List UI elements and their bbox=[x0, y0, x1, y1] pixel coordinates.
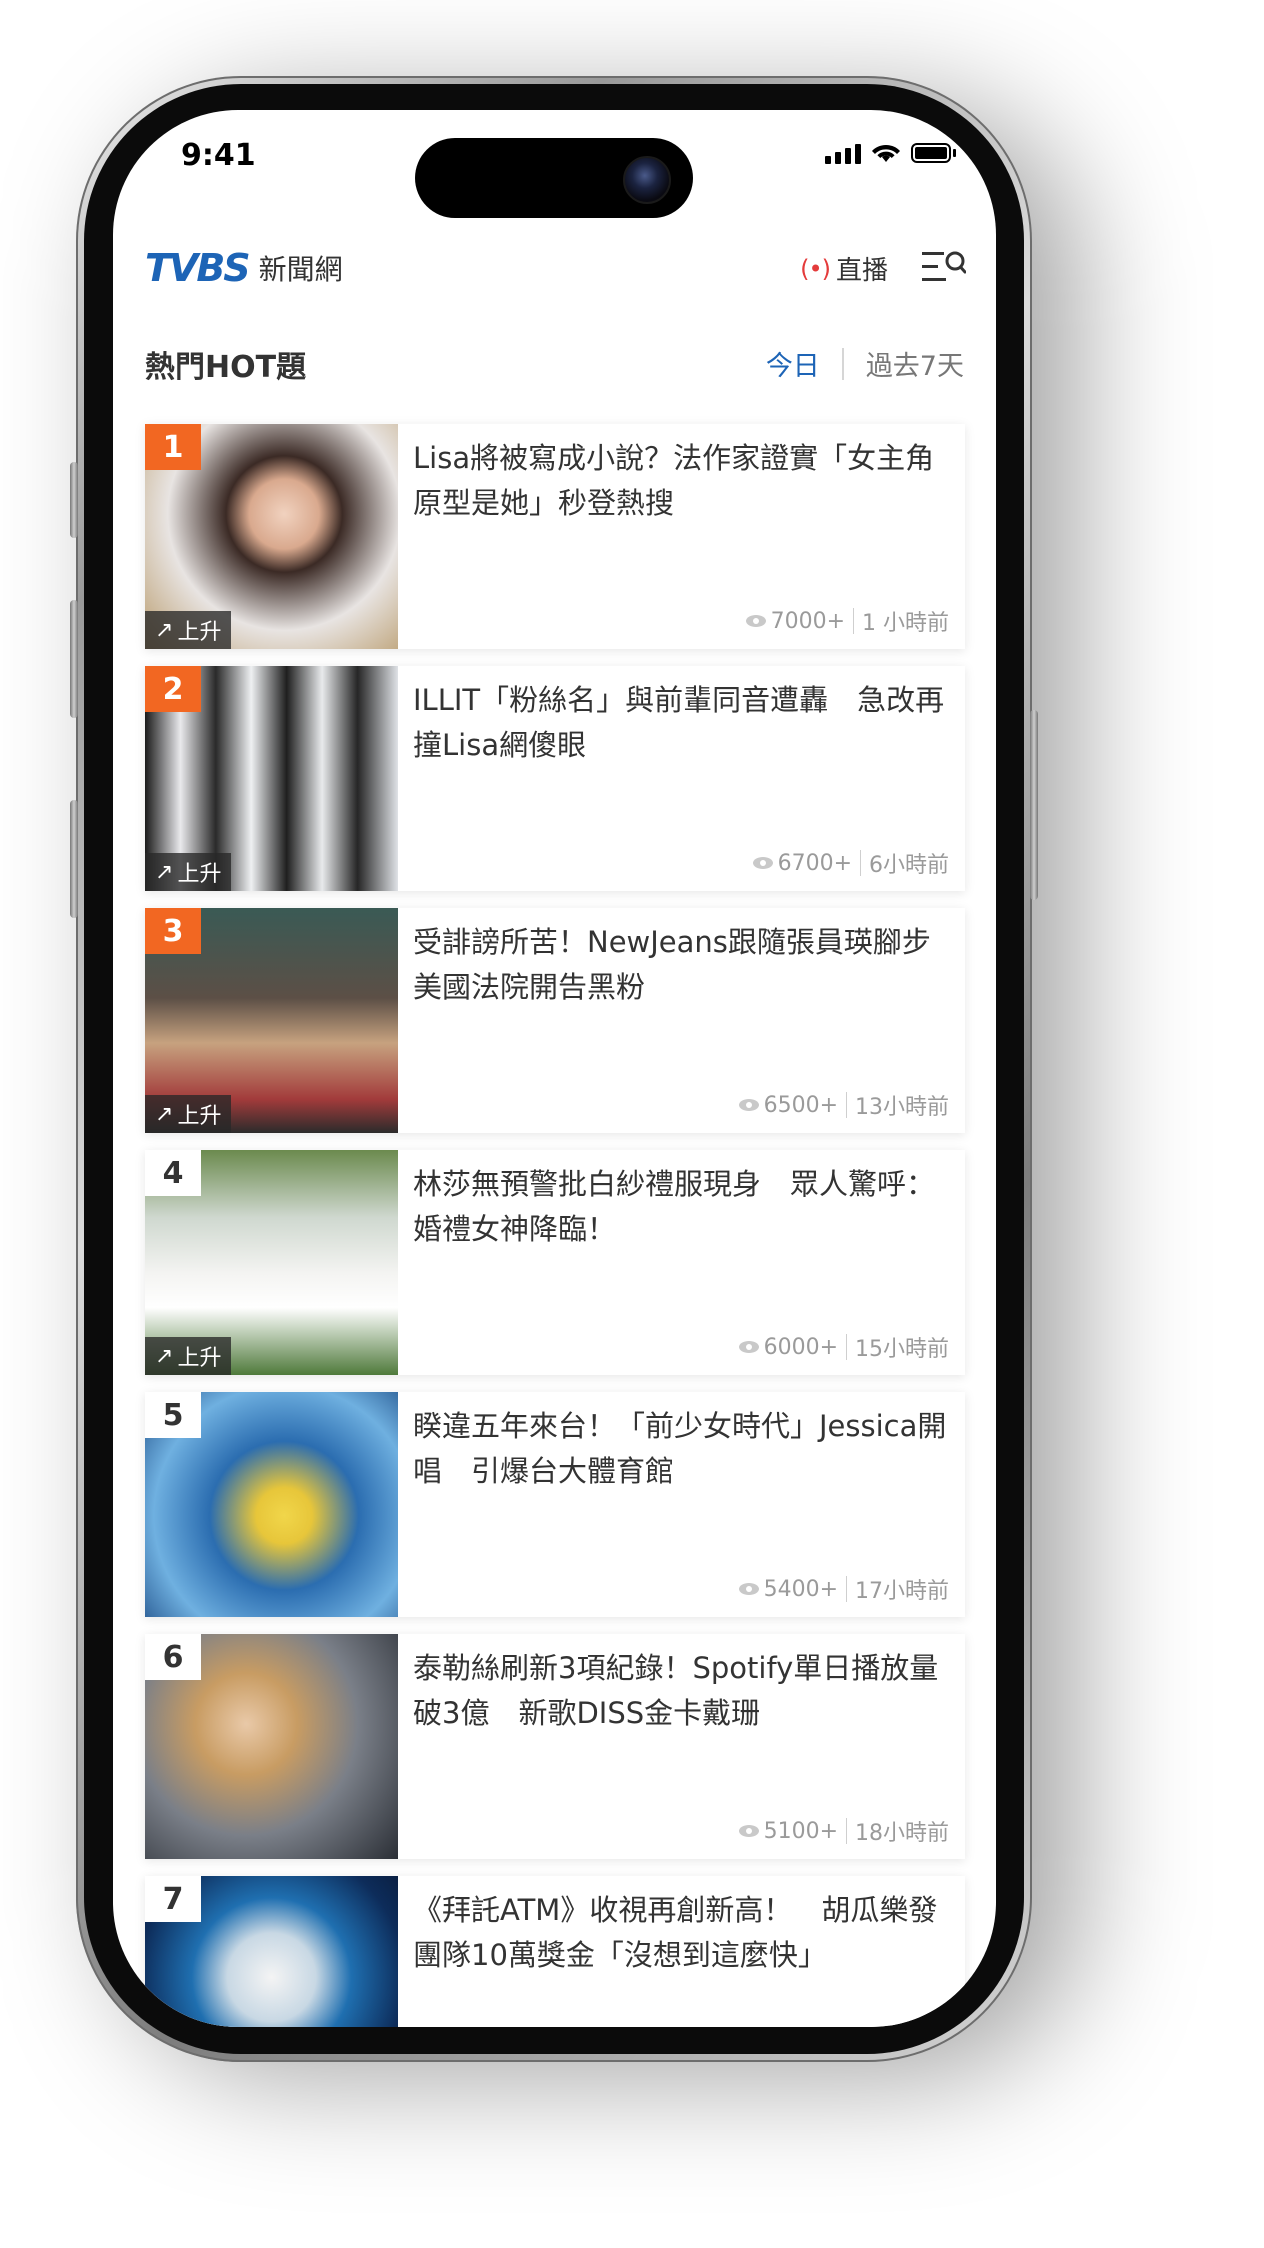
trend-label: 上升 bbox=[177, 1104, 222, 1129]
trend-up-icon: ↗ bbox=[155, 859, 174, 885]
eye-icon bbox=[738, 1583, 759, 1595]
news-headline: 林莎無預警批白紗禮服現身 眾人驚呼：婚禮女神降臨！ bbox=[413, 1167, 936, 1246]
news-thumbnail: 5 bbox=[145, 1392, 398, 1617]
wifi-icon bbox=[872, 145, 900, 162]
trend-label: 上升 bbox=[177, 620, 222, 645]
news-thumbnail: 7 bbox=[145, 1876, 398, 2027]
publish-time: 18小時前 bbox=[855, 1821, 949, 1846]
meta-divider bbox=[846, 1576, 847, 1602]
dynamic-island bbox=[415, 138, 693, 218]
view-count: 5100+ bbox=[763, 1818, 838, 1844]
logo-mark: TVBS bbox=[145, 246, 251, 290]
news-thumbnail: 2 ↗ 上升 bbox=[145, 666, 398, 891]
news-headline: ILLIT「粉絲名」與前輩同音遭轟 急改再撞Lisa網傻眼 bbox=[413, 683, 945, 762]
meta-divider bbox=[846, 1092, 847, 1118]
news-headline: 泰勒絲刷新3項紀錄！Spotify單日播放量破3億 新歌DISS金卡戴珊 bbox=[413, 1651, 939, 1730]
news-meta: 6500+ 13小時前 bbox=[738, 1089, 949, 1121]
publish-time: 15小時前 bbox=[855, 1337, 949, 1362]
tab-divider bbox=[841, 347, 844, 380]
tab-today[interactable]: 今日 bbox=[766, 344, 820, 383]
news-meta: 6000+ 15小時前 bbox=[738, 1331, 949, 1363]
list-item[interactable]: 5 睽違五年來台！「前少女時代」Jessica開唱 引爆台大體育館 5400+ … bbox=[145, 1392, 965, 1617]
trend-badge: ↗ 上升 bbox=[145, 611, 232, 649]
section-title: 熱門HOT題 bbox=[145, 350, 307, 385]
publish-time: 6小時前 bbox=[869, 853, 949, 878]
rank-badge: 4 bbox=[145, 1150, 201, 1196]
power-button bbox=[1030, 710, 1038, 900]
publish-time: 17小時前 bbox=[855, 1579, 949, 1604]
news-headline: 受誹謗所苦！NewJeans跟隨張員瑛腳步 美國法院開告黑粉 bbox=[413, 925, 960, 1004]
live-button[interactable]: (•) 直播 bbox=[800, 250, 888, 287]
tab-past-7-days[interactable]: 過去7天 bbox=[866, 344, 964, 383]
news-meta: 5100+ 18小時前 bbox=[738, 1815, 949, 1847]
logo-text: 新聞網 bbox=[258, 253, 343, 286]
eye-icon bbox=[745, 615, 766, 627]
meta-divider bbox=[846, 1334, 847, 1360]
status-time: 9:41 bbox=[181, 138, 256, 173]
news-headline: 《拜託ATM》收視再創新高！ 胡瓜樂發團隊10萬獎金「沒想到這麼快」 bbox=[413, 1893, 938, 1972]
news-meta: 5400+ 17小時前 bbox=[738, 1573, 949, 1605]
battery-icon bbox=[911, 143, 951, 163]
news-thumbnail: 4 ↗ 上升 bbox=[145, 1150, 398, 1375]
status-icons bbox=[825, 142, 956, 164]
rank-badge: 5 bbox=[145, 1392, 201, 1438]
news-thumbnail: 3 ↗ 上升 bbox=[145, 908, 398, 1133]
meta-divider bbox=[853, 608, 854, 634]
list-item[interactable]: 4 ↗ 上升 林莎無預警批白紗禮服現身 眾人驚呼：婚禮女神降臨！ 6000+ 1… bbox=[145, 1150, 965, 1375]
list-item[interactable]: 6 泰勒絲刷新3項紀錄！Spotify單日播放量破3億 新歌DISS金卡戴珊 5… bbox=[145, 1634, 965, 1859]
news-thumbnail: 1 ↗ 上升 bbox=[145, 424, 398, 649]
period-tabs: 今日 過去7天 bbox=[766, 344, 964, 383]
live-label: 直播 bbox=[835, 256, 888, 286]
app-header: TVBS 新聞網 (•) 直播 bbox=[113, 228, 996, 308]
news-headline: 睽違五年來台！「前少女時代」Jessica開唱 引爆台大體育館 bbox=[413, 1409, 947, 1488]
list-item[interactable]: 7 《拜託ATM》收視再創新高！ 胡瓜樂發團隊10萬獎金「沒想到這麼快」 bbox=[145, 1876, 965, 2027]
news-thumbnail: 6 bbox=[145, 1634, 398, 1859]
volume-up-button bbox=[70, 600, 78, 718]
meta-divider bbox=[860, 850, 861, 876]
trend-badge: ↗ 上升 bbox=[145, 853, 232, 891]
view-count: 6500+ bbox=[763, 1092, 838, 1118]
view-count: 6700+ bbox=[777, 850, 852, 876]
trend-up-icon: ↗ bbox=[155, 1101, 174, 1127]
phone-screen: 9:41 TVBS 新聞網 (•) 直播 熱門HOT題 今日 過去7天 1 ↗ … bbox=[113, 110, 996, 2027]
news-headline: Lisa將被寫成小說？法作家證實「女主角原型是她」秒登熱搜 bbox=[413, 441, 935, 520]
trend-badge: ↗ 上升 bbox=[145, 1095, 232, 1133]
trend-up-icon: ↗ bbox=[155, 617, 174, 643]
news-meta: 7000+ 1 小時前 bbox=[745, 605, 949, 637]
view-count: 5400+ bbox=[763, 1576, 838, 1602]
eye-icon bbox=[752, 857, 773, 869]
rank-badge: 3 bbox=[145, 908, 201, 954]
battery-cap bbox=[953, 149, 956, 157]
rank-badge: 7 bbox=[145, 1876, 201, 1922]
rank-badge: 1 bbox=[145, 424, 201, 470]
tvbs-logo[interactable]: TVBS 新聞網 bbox=[145, 246, 343, 290]
trend-badge: ↗ 上升 bbox=[145, 1337, 232, 1375]
trend-label: 上升 bbox=[177, 1346, 222, 1371]
news-meta: 6700+ 6小時前 bbox=[752, 847, 949, 879]
eye-icon bbox=[738, 1825, 759, 1837]
publish-time: 13小時前 bbox=[855, 1095, 949, 1120]
list-item[interactable]: 1 ↗ 上升 Lisa將被寫成小說？法作家證實「女主角原型是她」秒登熱搜 700… bbox=[145, 424, 965, 649]
view-count: 7000+ bbox=[770, 608, 845, 634]
view-count: 6000+ bbox=[763, 1334, 838, 1360]
menu-search-icon[interactable] bbox=[922, 248, 966, 286]
trend-up-icon: ↗ bbox=[155, 1343, 174, 1369]
action-button bbox=[70, 462, 78, 538]
eye-icon bbox=[738, 1099, 759, 1111]
eye-icon bbox=[738, 1341, 759, 1353]
front-camera bbox=[623, 156, 671, 204]
publish-time: 1 小時前 bbox=[862, 611, 949, 636]
list-item[interactable]: 3 ↗ 上升 受誹謗所苦！NewJeans跟隨張員瑛腳步 美國法院開告黑粉 65… bbox=[145, 908, 965, 1133]
trend-label: 上升 bbox=[177, 862, 222, 887]
live-broadcast-icon: (•) bbox=[800, 254, 831, 283]
rank-badge: 2 bbox=[145, 666, 201, 712]
rank-badge: 6 bbox=[145, 1634, 201, 1680]
volume-down-button bbox=[70, 800, 78, 918]
cellular-signal-icon bbox=[825, 142, 861, 164]
meta-divider bbox=[846, 1818, 847, 1844]
list-item[interactable]: 2 ↗ 上升 ILLIT「粉絲名」與前輩同音遭轟 急改再撞Lisa網傻眼 670… bbox=[145, 666, 965, 891]
hot-topics-header: 熱門HOT題 今日 過去7天 bbox=[113, 332, 996, 392]
